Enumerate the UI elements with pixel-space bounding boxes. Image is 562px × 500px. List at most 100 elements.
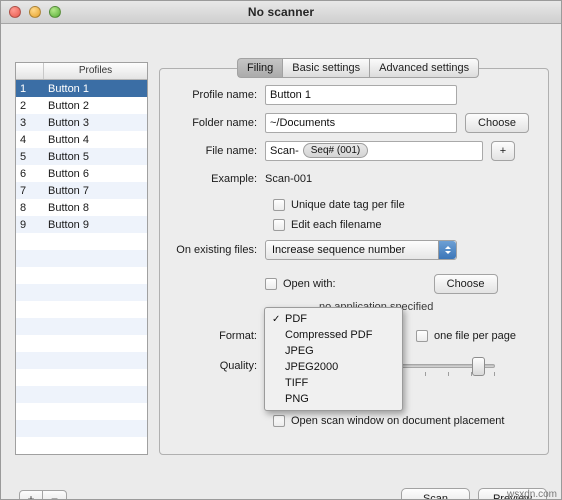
profile-name: Button 2: [48, 99, 89, 112]
list-item[interactable]: 6 Button 6: [16, 165, 147, 182]
list-item-empty: [16, 369, 147, 386]
list-item[interactable]: 3 Button 3: [16, 114, 147, 131]
on-existing-files-select[interactable]: Increase sequence number: [265, 239, 457, 260]
profile-number: 1: [20, 82, 27, 95]
profile-name: Button 3: [48, 116, 89, 129]
window-content: Profiles 1 Button 1 2 Button 2 3 Button …: [1, 24, 561, 500]
format-dropdown-menu[interactable]: ✓ PDF Compressed PDF JPEG JPEG2000 TIFF …: [264, 307, 403, 411]
profile-name: Button 9: [48, 218, 89, 231]
add-profile-button[interactable]: +: [19, 490, 43, 499]
tab-advanced-settings[interactable]: Advanced settings: [369, 58, 480, 78]
list-item-empty: [16, 420, 147, 437]
profile-number: 4: [20, 133, 27, 146]
profile-name: Button 8: [48, 201, 89, 214]
profile-number: 6: [20, 167, 27, 180]
open-with-checkbox[interactable]: [265, 277, 277, 290]
unique-date-tag-checkbox[interactable]: [273, 199, 285, 211]
on-existing-files-value: Increase sequence number: [272, 243, 406, 256]
scan-button[interactable]: Scan: [401, 488, 470, 499]
unique-date-tag-label: Unique date tag per file: [291, 199, 405, 211]
on-existing-files-row: On existing files: Increase sequence num…: [159, 239, 551, 260]
on-existing-files-label: On existing files:: [176, 243, 257, 256]
profile-name: Button 7: [48, 184, 89, 197]
menu-item-tiff[interactable]: TIFF: [265, 375, 402, 391]
checkmark-icon: ✓: [272, 313, 281, 325]
menu-item-pdf[interactable]: ✓ PDF: [265, 311, 402, 327]
list-item-empty: [16, 301, 147, 318]
menu-item-label: JPEG: [285, 345, 314, 357]
profile-name: Button 4: [48, 133, 89, 146]
list-item-empty: [16, 233, 147, 250]
list-item-empty: [16, 335, 147, 352]
open-scan-window-checkbox[interactable]: [273, 415, 285, 427]
profiles-column-number: [16, 63, 44, 79]
file-name-label: File name:: [205, 144, 257, 157]
list-item[interactable]: 9 Button 9: [16, 216, 147, 233]
list-item-empty: [16, 267, 147, 284]
tab-basic-settings[interactable]: Basic settings: [282, 58, 370, 78]
scanner-window: No scanner Profiles 1 Button 1 2 Button …: [0, 0, 562, 500]
profiles-add-remove-group: + −: [19, 490, 67, 499]
file-name-input[interactable]: Scan- Seq# (001): [265, 140, 483, 161]
list-item-empty: [16, 352, 147, 369]
profile-name-label: Profile name:: [192, 88, 257, 101]
menu-item-jpeg2000[interactable]: JPEG2000: [265, 359, 402, 375]
menu-item-label: TIFF: [285, 377, 309, 389]
example-row: Example: Scan-001: [159, 168, 551, 189]
menu-item-label: PNG: [285, 393, 309, 405]
file-name-add-token-button[interactable]: +: [491, 140, 515, 161]
profile-number: 2: [20, 99, 27, 112]
quality-label: Quality:: [219, 359, 257, 372]
list-item[interactable]: 7 Button 7: [16, 182, 147, 199]
list-item[interactable]: 5 Button 5: [16, 148, 147, 165]
profiles-list-header: Profiles: [16, 63, 147, 80]
menu-item-label: Compressed PDF: [285, 329, 373, 341]
unique-date-tag-row[interactable]: Unique date tag per file: [273, 196, 551, 214]
list-item-empty: [16, 250, 147, 267]
profile-number: 9: [20, 218, 27, 231]
profile-number: 3: [20, 116, 27, 129]
profile-name: Button 6: [48, 167, 89, 180]
example-label: Example:: [211, 172, 257, 185]
profiles-list[interactable]: Profiles 1 Button 1 2 Button 2 3 Button …: [15, 62, 148, 455]
menu-item-compressed-pdf[interactable]: Compressed PDF: [265, 327, 402, 343]
file-name-value: Scan-: [270, 144, 299, 157]
edit-each-filename-checkbox[interactable]: [273, 219, 285, 231]
open-with-label: Open with:: [283, 277, 336, 290]
remove-profile-button[interactable]: −: [43, 490, 67, 499]
profile-name: Button 1: [48, 82, 89, 95]
example-value: Scan-001: [265, 172, 313, 185]
list-item[interactable]: 1 Button 1: [16, 80, 147, 97]
open-scan-window-label: Open scan window on document placement: [291, 415, 505, 427]
file-name-row: File name: Scan- Seq# (001) +: [159, 140, 551, 161]
open-with-row: Open with: Choose: [159, 273, 551, 294]
open-with-choose-button[interactable]: Choose: [433, 273, 498, 294]
one-file-per-page-checkbox[interactable]: [416, 329, 428, 342]
menu-item-label: PDF: [285, 313, 307, 325]
quality-slider-knob[interactable]: [472, 356, 485, 376]
edit-each-filename-row[interactable]: Edit each filename: [273, 216, 551, 234]
file-name-sequence-token[interactable]: Seq# (001): [302, 143, 369, 158]
list-item-empty: [16, 403, 147, 420]
list-item-empty: [16, 386, 147, 403]
menu-item-png[interactable]: PNG: [265, 391, 402, 407]
profile-name-input[interactable]: Button 1: [265, 84, 457, 105]
list-item[interactable]: 2 Button 2: [16, 97, 147, 114]
folder-choose-button[interactable]: Choose: [465, 112, 529, 133]
profile-name: Button 5: [48, 150, 89, 163]
folder-name-input[interactable]: ~/Documents: [265, 112, 457, 133]
tab-filing[interactable]: Filing: [237, 58, 283, 78]
profile-number: 8: [20, 201, 27, 214]
list-item-empty: [16, 437, 147, 454]
list-item[interactable]: 8 Button 8: [16, 199, 147, 216]
settings-tabs: Filing Basic settings Advanced settings: [237, 58, 480, 78]
list-item-empty: [16, 318, 147, 335]
open-scan-window-row[interactable]: Open scan window on document placement: [273, 412, 551, 430]
window-titlebar: No scanner: [1, 1, 561, 24]
list-item[interactable]: 4 Button 4: [16, 131, 147, 148]
profiles-column-name: Profiles: [78, 65, 113, 76]
profile-number: 5: [20, 150, 27, 163]
watermark-label: wsxdn.com: [506, 489, 557, 500]
menu-item-jpeg[interactable]: JPEG: [265, 343, 402, 359]
one-file-per-page-label: one file per page: [434, 329, 516, 342]
